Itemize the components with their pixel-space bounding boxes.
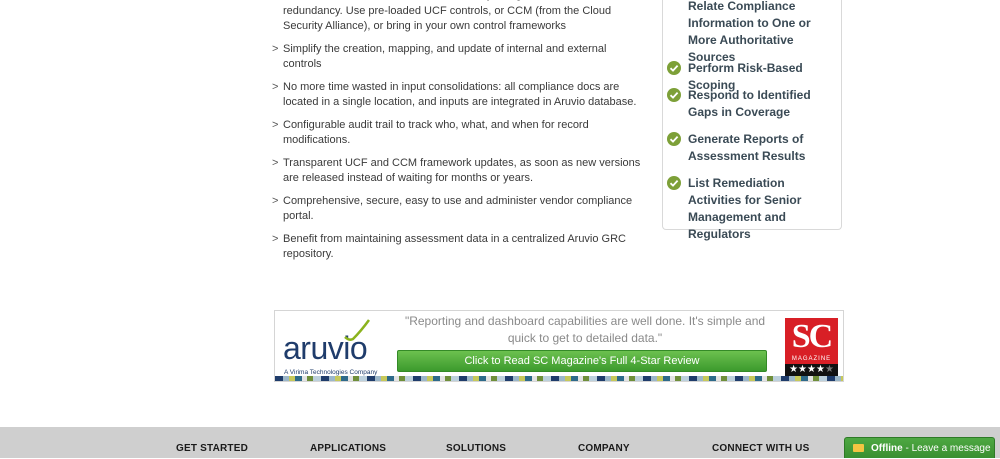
offline-chat-tab[interactable]: Offline - Leave a message — [844, 437, 995, 458]
capabilities-checklist: Relate Compliance Information to One or … — [662, 0, 842, 241]
feature-text: Works with common control frameworks by … — [283, 0, 612, 32]
caret-icon: > — [272, 156, 279, 169]
caret-icon: > — [272, 42, 279, 55]
logo-tagline: A Virima Technologies Company — [284, 369, 378, 376]
footer-link-get-started[interactable]: GET STARTED — [176, 443, 248, 454]
chat-status: Offline — [871, 443, 903, 454]
sc-magazine-badge: SC MAGAZINE ★★★★★ — [785, 318, 838, 376]
chat-separator: - — [902, 443, 912, 454]
footer-link-company[interactable]: COMPANY — [578, 443, 630, 454]
feature-item: > Configurable audit trail to track who, … — [272, 118, 644, 149]
feature-text: Simplify the creation, mapping, and upda… — [283, 42, 607, 71]
read-review-button[interactable]: Click to Read SC Magazine's Full 4-Star … — [397, 350, 767, 372]
footer-link-connect[interactable]: CONNECT WITH US — [712, 443, 809, 454]
checklist-item: Generate Reports of Assessment Results — [667, 131, 839, 165]
logo-check-swoosh-icon — [344, 319, 371, 341]
footer-link-applications[interactable]: APPLICATIONS — [310, 443, 386, 454]
feature-item: > No more time wasted in input consolidat… — [272, 80, 644, 111]
chat-tab-label: Offline - Leave a message — [871, 438, 991, 459]
chat-message: Leave a message — [911, 443, 991, 454]
feature-text: Comprehensive, secure, easy to use and a… — [283, 194, 633, 223]
review-quote: "Reporting and dashboard capabilities ar… — [404, 314, 766, 345]
checklist-item: Respond to Identified Gaps in Coverage — [667, 87, 839, 121]
sc-review-banner[interactable]: aruvio A Virima Technologies Company "Re… — [274, 310, 844, 382]
feature-list: > Works with common control frameworks by… — [272, 0, 644, 270]
checklist-item: List Remediation Activities for Senior M… — [667, 175, 839, 243]
check-circle-icon — [667, 61, 681, 75]
envelope-icon — [853, 444, 864, 452]
feature-item: > Comprehensive, secure, easy to use and … — [272, 194, 644, 225]
feature-text: Configurable audit trail to track who, w… — [283, 118, 589, 147]
checklist-label: List Remediation Activities for Senior M… — [688, 176, 802, 241]
check-circle-icon — [667, 176, 681, 190]
caret-icon: > — [272, 0, 278, 4]
aruvio-logo: aruvio A Virima Technologies Company — [283, 319, 391, 377]
feature-item: > Benefit from maintaining assessment dat… — [272, 232, 644, 263]
footer-link-solutions[interactable]: SOLUTIONS — [446, 443, 506, 454]
checklist-label: Relate Compliance Information to One or … — [688, 0, 811, 64]
decorative-stripe — [275, 376, 843, 381]
check-circle-icon — [667, 132, 681, 146]
checklist-label: Respond to Identified Gaps in Coverage — [688, 88, 811, 119]
sc-magazine-label: MAGAZINE — [785, 354, 838, 364]
feature-text: Benefit from maintaining assessment data… — [283, 232, 626, 261]
sc-logo-text: SC — [785, 318, 838, 355]
caret-icon: > — [272, 118, 279, 131]
feature-item: > Works with common control frameworks by… — [272, 0, 644, 35]
feature-item: > Simplify the creation, mapping, and upd… — [272, 42, 644, 73]
feature-item: > Transparent UCF and CCM framework updat… — [272, 156, 644, 187]
caret-icon: > — [272, 80, 279, 93]
feature-text: Transparent UCF and CCM framework update… — [283, 156, 641, 185]
checklist-item: Relate Compliance Information to One or … — [667, 0, 839, 66]
caret-icon: > — [272, 232, 279, 245]
checklist-label: Generate Reports of Assessment Results — [688, 132, 806, 163]
check-circle-icon — [667, 88, 681, 102]
feature-text: No more time wasted in input consolidati… — [283, 80, 637, 109]
caret-icon: > — [272, 194, 279, 207]
star-rating-icon: ★★★★★ — [785, 364, 838, 376]
